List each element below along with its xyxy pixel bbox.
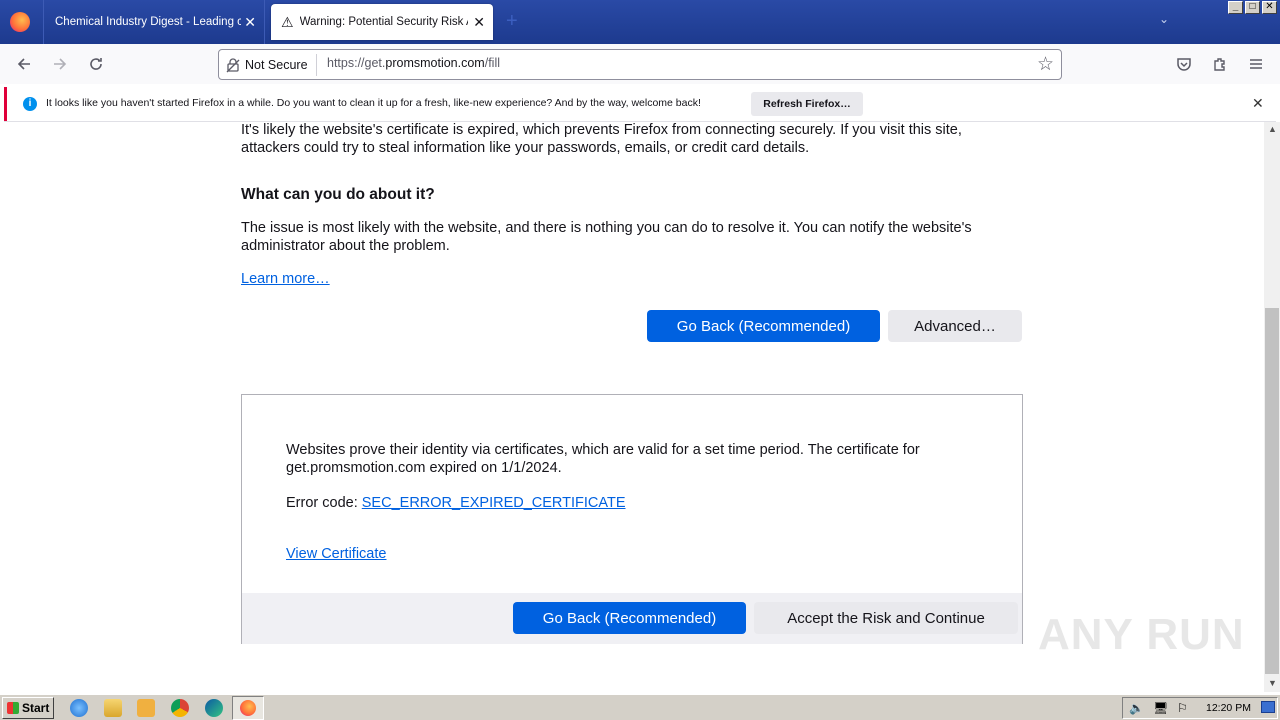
taskbar-clock: 12:20 PM [1206, 702, 1251, 714]
edge-icon[interactable] [205, 699, 223, 717]
close-notification-icon[interactable]: ✕ [1252, 95, 1264, 112]
bookmark-star-icon[interactable]: ☆ [1037, 53, 1054, 76]
action-center-flag-icon[interactable]: ⚐ [1177, 701, 1188, 715]
maximize-button[interactable]: □ [1245, 1, 1260, 14]
site-security-indicator[interactable]: Not Secure [225, 54, 317, 76]
start-button[interactable]: Start [2, 697, 54, 719]
what-can-you-do-text: The issue is most likely with the websit… [241, 220, 972, 254]
learn-more-link[interactable]: Learn more… [241, 271, 330, 287]
minimize-button[interactable]: _ [1228, 1, 1243, 14]
chrome-icon[interactable] [171, 699, 189, 717]
refresh-firefox-notification: i It looks like you haven't started Fire… [4, 87, 1276, 121]
firefox-taskbar-button[interactable] [232, 696, 264, 720]
list-all-tabs-icon[interactable]: ⌄ [1159, 12, 1169, 26]
advanced-button[interactable]: Advanced… [888, 310, 1022, 342]
intro-text: It's likely the website's certificate is… [241, 122, 962, 156]
advanced-panel: Websites prove their identity via certif… [241, 394, 1023, 644]
not-secure-label: Not Secure [245, 58, 308, 72]
forward-arrow-icon[interactable] [50, 54, 70, 74]
scroll-down-arrow-icon[interactable]: ▼ [1268, 678, 1277, 688]
tab-title: Warning: Potential Security Risk Ah [299, 16, 468, 28]
extensions-icon[interactable] [1210, 54, 1230, 74]
network-icon[interactable]: 🖥 [1153, 701, 1168, 715]
accept-risk-button[interactable]: Accept the Risk and Continue [754, 602, 1018, 634]
internet-explorer-icon[interactable] [70, 699, 88, 717]
close-tab-icon[interactable]: ✕ [473, 15, 485, 29]
certificate-explanation: Websites prove their identity via certif… [286, 442, 920, 476]
file-explorer-icon[interactable] [104, 699, 122, 717]
firefox-icon [240, 700, 256, 716]
error-page-content: It's likely the website's certificate is… [0, 122, 1264, 692]
media-player-icon[interactable] [137, 699, 155, 717]
tab-strip: Chemical Industry Digest - Leading chem … [0, 0, 1280, 44]
windows-taskbar: Start 🔈 🖥 ⚐ 12:20 PM [0, 694, 1280, 720]
refresh-firefox-button[interactable]: Refresh Firefox… [751, 92, 863, 116]
view-certificate-link[interactable]: View Certificate [286, 546, 386, 562]
reload-icon[interactable] [86, 54, 106, 74]
error-code-line: Error code: SEC_ERROR_EXPIRED_CERTIFICAT… [286, 495, 626, 511]
address-bar[interactable]: Not Secure https://get.promsmotion.com/f… [218, 49, 1062, 80]
start-label: Start [22, 701, 50, 715]
error-code-label: Error code: [286, 495, 358, 511]
scroll-up-arrow-icon[interactable]: ▲ [1268, 124, 1277, 134]
windows-logo-icon [7, 702, 19, 714]
tab-title: Chemical Industry Digest - Leading chem [55, 16, 241, 28]
close-tab-icon[interactable]: ✕ [244, 15, 256, 29]
tab-security-warning[interactable]: ⚠ Warning: Potential Security Risk Ah ✕ [271, 4, 493, 40]
url-host: promsmotion.com [385, 56, 485, 70]
hamburger-menu-icon[interactable] [1246, 54, 1266, 74]
notification-text: It looks like you haven't started Firefo… [46, 97, 701, 109]
system-tray: 🔈 🖥 ⚐ 12:20 PM [1122, 697, 1278, 719]
info-icon: i [23, 97, 37, 111]
new-tab-button[interactable]: + [506, 10, 518, 33]
pocket-icon[interactable] [1174, 54, 1194, 74]
anyrun-watermark: ANY RUN [1038, 610, 1245, 659]
firefox-menu-icon[interactable] [10, 12, 30, 32]
advanced-panel-footer: Go Back (Recommended) Accept the Risk an… [242, 593, 1022, 644]
back-arrow-icon[interactable] [14, 54, 34, 74]
volume-icon[interactable]: 🔈 [1129, 701, 1144, 715]
close-window-button[interactable]: ✕ [1262, 1, 1277, 14]
error-code-link[interactable]: SEC_ERROR_EXPIRED_CERTIFICATE [362, 495, 626, 511]
vertical-scrollbar[interactable]: ▲ ▼ [1264, 122, 1280, 692]
go-back-button[interactable]: Go Back (Recommended) [513, 602, 746, 634]
show-desktop-icon[interactable] [1261, 701, 1275, 713]
url-path: /fill [484, 56, 500, 70]
lock-insecure-icon [226, 58, 240, 73]
url-prefix: https://get. [327, 56, 386, 70]
tab-chemical-industry[interactable]: Chemical Industry Digest - Leading chem … [43, 0, 265, 44]
what-can-you-do-heading: What can you do about it? [241, 186, 435, 203]
go-back-button[interactable]: Go Back (Recommended) [647, 310, 880, 342]
warning-icon: ⚠ [281, 13, 294, 30]
scrollbar-thumb[interactable] [1265, 308, 1279, 674]
url-text[interactable]: https://get.promsmotion.com/fill [327, 56, 500, 70]
